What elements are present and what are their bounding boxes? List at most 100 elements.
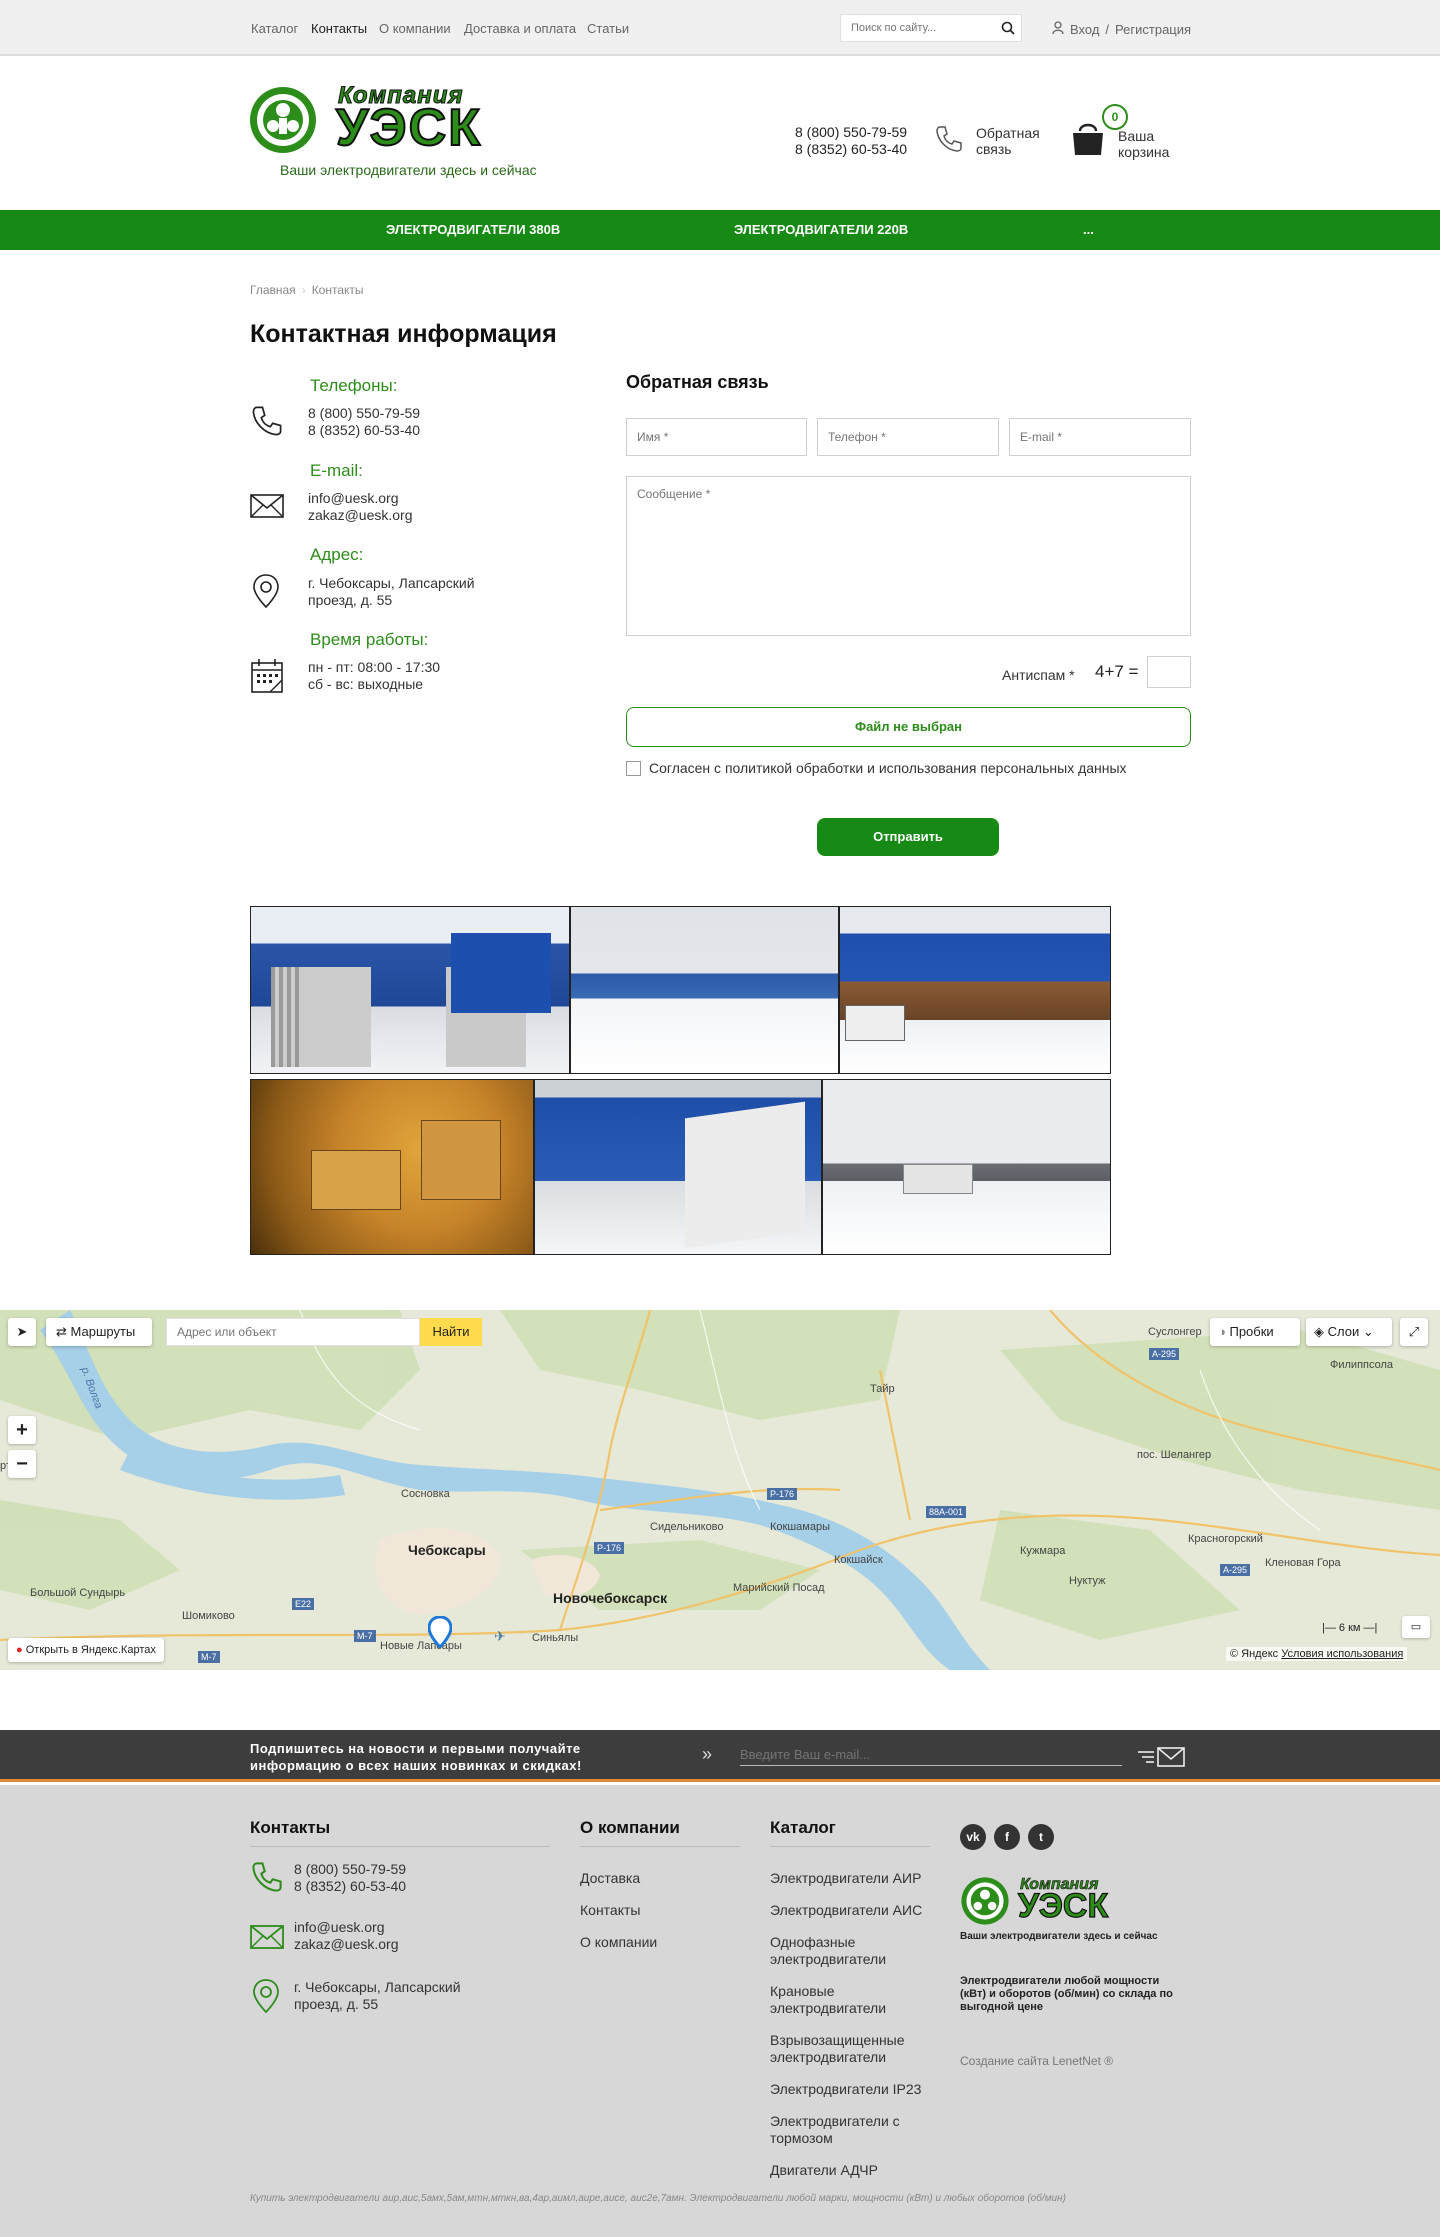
footer-link-about[interactable]: О компании <box>580 1934 657 1951</box>
name-field[interactable] <box>626 418 807 456</box>
phones-label: Телефоны: <box>310 376 398 395</box>
layers-icon: ◈ <box>1314 1324 1324 1339</box>
antispam-input[interactable] <box>1147 656 1191 688</box>
phone-icon <box>250 404 284 441</box>
map-town-sidelnikovo: Сидельниково <box>650 1521 724 1533</box>
top-bar <box>0 0 1440 56</box>
gallery-photo-2[interactable] <box>570 906 839 1074</box>
routes-button[interactable]: ⇄ Маршруты <box>46 1318 152 1346</box>
map-town-filippsola: Филиппсола <box>1330 1359 1394 1371</box>
subscribe-text-line-1: Подпишитесь на новости и первыми получай… <box>250 1741 581 1756</box>
nav-item-more[interactable]: ... <box>1083 210 1094 250</box>
nav-item-220v[interactable]: ЭЛЕКТРОДВИГАТЕЛИ 220В <box>734 210 908 250</box>
routes-icon: ⇄ <box>56 1324 67 1339</box>
footer-catalog-link[interactable]: Взрывозащищенные электродвигатели <box>770 2032 910 2066</box>
footer-phone-2[interactable]: 8 (8352) 60-53-40 <box>294 1878 406 1895</box>
gallery-photo-1[interactable] <box>250 906 570 1074</box>
locate-me-icon[interactable]: ➤ <box>8 1318 36 1346</box>
search-input[interactable] <box>841 15 991 41</box>
open-in-yandex-link[interactable]: ● Открыть в Яндекс.Картах <box>8 1638 164 1662</box>
submit-button[interactable]: Отправить <box>817 818 999 856</box>
footer-logo[interactable]: Компания УЭСК <box>960 1876 1109 1929</box>
footer-catalog-link[interactable]: Электродвигатели IP23 <box>770 2081 940 2098</box>
chevron-down-icon: ⌄ <box>1362 1324 1374 1339</box>
map-find-button[interactable]: Найти <box>420 1318 482 1346</box>
facebook-icon[interactable]: f <box>994 1824 1020 1850</box>
zoom-out-button[interactable]: − <box>8 1450 36 1478</box>
footer-link-delivery[interactable]: Доставка <box>580 1870 640 1887</box>
toplink-articles[interactable]: Статьи <box>587 21 629 36</box>
search-icon[interactable] <box>1001 21 1015 38</box>
map-scale-label: 6 км <box>1338 1622 1361 1634</box>
gallery-photo-4[interactable] <box>250 1079 534 1255</box>
file-upload-button[interactable]: Файл не выбран <box>626 707 1191 747</box>
map-town-kuzhmara: Кужмара <box>1020 1545 1066 1557</box>
footer-catalog-link[interactable]: Электродвигатели с тормозом <box>770 2113 910 2147</box>
breadcrumb-home[interactable]: Главная <box>250 283 296 297</box>
gallery-photo-3[interactable] <box>839 906 1111 1074</box>
contact-hours-weekend: сб - вс: выходные <box>308 676 424 692</box>
footer-catalog-link[interactable]: Электродвигатели АИР <box>770 1870 940 1887</box>
send-mail-icon[interactable] <box>1138 1746 1188 1771</box>
traffic-button[interactable]: ◑ Пробки <box>1210 1318 1300 1346</box>
footer-location-pin-icon <box>252 1978 280 2017</box>
subscribe-email-input[interactable] <box>740 1744 1122 1766</box>
contact-phone-1[interactable]: 8 (800) 550-79-59 <box>308 405 420 422</box>
header-phone-1[interactable]: 8 (800) 550-79-59 <box>795 124 907 141</box>
contact-email-2[interactable]: zakaz@uesk.org <box>308 507 412 524</box>
login-link[interactable]: Вход <box>1070 22 1099 37</box>
cart-button[interactable]: 0 Ваша корзина <box>1070 104 1180 160</box>
footer-created-by[interactable]: Создание сайта LenetNet ® <box>960 2054 1113 2068</box>
message-field[interactable] <box>626 476 1191 636</box>
toplink-delivery[interactable]: Доставка и оплата <box>464 21 576 36</box>
toplink-contacts[interactable]: Контакты <box>311 21 367 36</box>
register-link[interactable]: Регистрация <box>1115 22 1191 37</box>
footer-catalog-link[interactable]: Однофазные электродвигатели <box>770 1934 900 1968</box>
nav-item-380v[interactable]: ЭЛЕКТРОДВИГАТЕЛИ 380В <box>386 210 560 250</box>
fullscreen-icon[interactable]: ⤢ <box>1400 1318 1428 1346</box>
agree-checkbox-row[interactable]: Согласен с политикой обработки и использ… <box>626 760 1127 776</box>
layers-label: Слои <box>1327 1324 1360 1339</box>
map-road-label: P-176 <box>594 1542 625 1554</box>
user-icon <box>1052 21 1064 37</box>
footer-phone-1[interactable]: 8 (800) 550-79-59 <box>294 1861 406 1878</box>
phone-field[interactable] <box>817 418 999 456</box>
map-road-label: P-176 <box>767 1488 798 1500</box>
footer-email-2[interactable]: zakaz@uesk.org <box>294 1936 398 1953</box>
agree-checkbox[interactable] <box>626 760 641 776</box>
map-town-nuktuzh: Нуктуж <box>1069 1575 1106 1587</box>
layers-button[interactable]: ◈ Слои ⌄ <box>1306 1318 1392 1346</box>
breadcrumb: Главная › Контакты <box>250 283 364 297</box>
callback-label: Обратная связь <box>976 124 1040 157</box>
yandex-map[interactable]: Чебоксары Новочебоксарск Сосновка Сидель… <box>0 1310 1440 1670</box>
location-pin-icon <box>252 573 280 612</box>
footer-catalog-link[interactable]: Электродвигатели АИС <box>770 1902 940 1919</box>
map-town-sosnovka: Сосновка <box>401 1488 450 1500</box>
footer-catalog-link[interactable]: Двигатели АДЧР <box>770 2162 940 2179</box>
contact-phone-2[interactable]: 8 (8352) 60-53-40 <box>308 422 420 439</box>
contact-email-1[interactable]: info@uesk.org <box>308 490 412 507</box>
map-terms-link[interactable]: Условия использования <box>1281 1648 1403 1660</box>
footer-logo-brand-text: УЭСК <box>1017 1886 1109 1925</box>
toplink-about[interactable]: О компании <box>379 21 451 36</box>
routes-label: Маршруты <box>70 1324 136 1339</box>
gallery-photo-5[interactable] <box>534 1079 822 1255</box>
gallery-photo-6[interactable] <box>822 1079 1111 1255</box>
map-town-marinsky: Марийский Посад <box>733 1582 825 1594</box>
twitter-icon[interactable]: t <box>1028 1824 1054 1850</box>
header-phone-2[interactable]: 8 (8352) 60-53-40 <box>795 141 907 158</box>
footer-catalog-link[interactable]: Крановые электродвигатели <box>770 1983 900 2017</box>
callback-button[interactable]: Обратная связь <box>934 124 1056 157</box>
map-pin-icon[interactable] <box>427 1615 453 1651</box>
map-search-input[interactable] <box>166 1318 420 1346</box>
footer-link-contacts[interactable]: Контакты <box>580 1902 640 1919</box>
vk-icon[interactable]: vk <box>960 1824 986 1850</box>
ruler-icon[interactable]: ▭ <box>1402 1616 1430 1638</box>
zoom-in-button[interactable]: + <box>8 1416 36 1444</box>
map-road-label: 88A-001 <box>926 1506 967 1518</box>
site-logo[interactable]: Компания УЭСК <box>248 82 568 165</box>
toplink-catalog[interactable]: Каталог <box>251 21 298 36</box>
footer-email-1[interactable]: info@uesk.org <box>294 1919 398 1936</box>
airport-icon: ✈ <box>494 1628 506 1644</box>
email-field[interactable] <box>1009 418 1191 456</box>
